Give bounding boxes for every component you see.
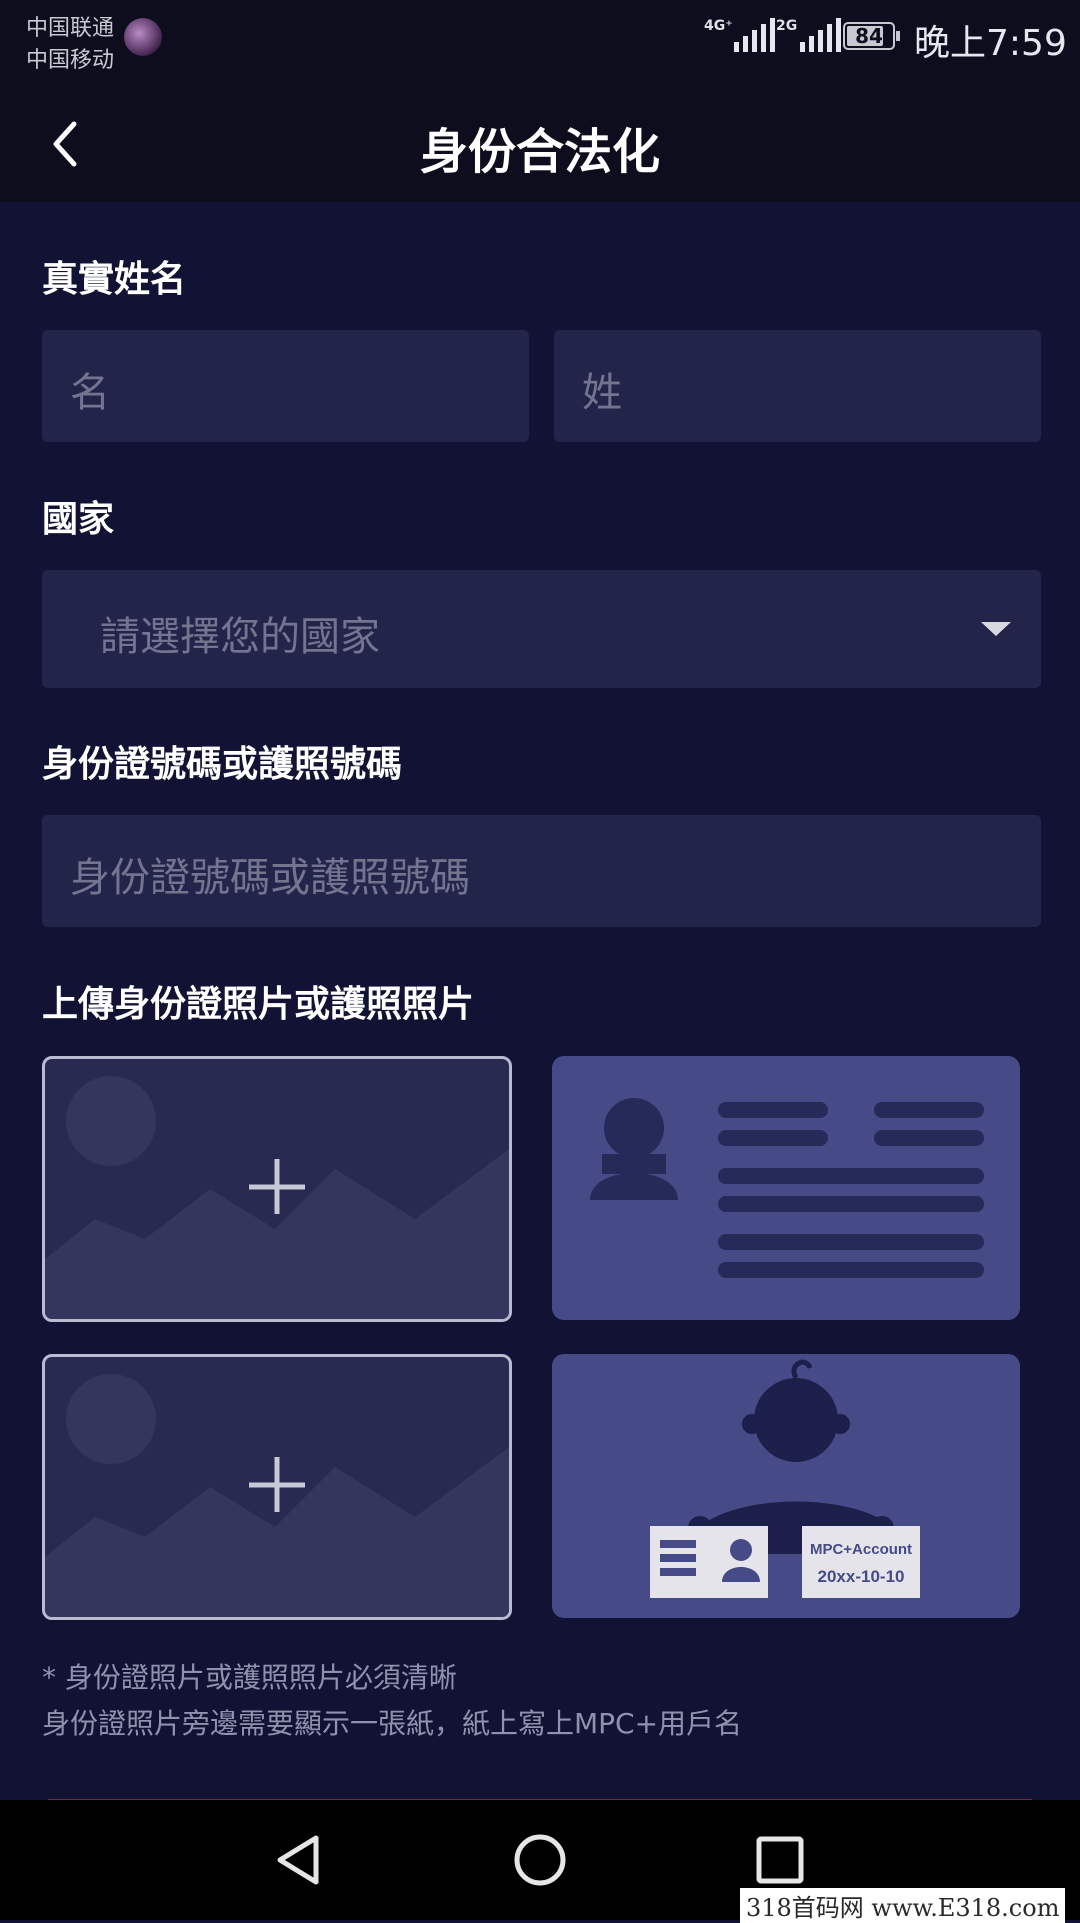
watermark: 318首码网 www.E318.com: [740, 1888, 1066, 1923]
circle-home-icon[interactable]: [512, 1832, 568, 1888]
carrier-2: 中国移动: [26, 48, 115, 73]
country-label: 國家: [42, 499, 115, 540]
sample-card-text-2: 20xx-10-10: [818, 1567, 905, 1586]
first-name-input[interactable]: 名: [42, 330, 529, 442]
app-header: 身份合法化: [0, 80, 1080, 202]
first-name-placeholder: 名: [70, 370, 110, 416]
real-name-label: 真實姓名: [42, 259, 187, 300]
signal-bars-1-icon: [734, 18, 775, 52]
id-number-placeholder: 身份證號碼或護照號碼: [70, 855, 470, 901]
note-paper: 身份證照片旁邊需要顯示一張紙，紙上寫上MPC+用戶名: [42, 1707, 743, 1740]
image-placeholder-icon: [45, 1374, 509, 1617]
status-bar: 中国联通 中国移动 4G⁺ 2G 84 晚上7:59: [0, 0, 1080, 80]
image-placeholder-icon: [45, 1076, 509, 1319]
country-select[interactable]: 請選擇您的國家: [42, 570, 1041, 688]
sample-selfie-image: MPC+Account 20xx-10-10: [552, 1354, 1020, 1618]
page-title: 身份合法化: [419, 124, 660, 180]
battery-icon: 84: [843, 22, 895, 50]
square-recents-icon[interactable]: [752, 1832, 808, 1888]
country-placeholder: 請選擇您的國家: [100, 614, 380, 660]
upload-label: 上傳身份證照片或護照照片: [42, 984, 475, 1025]
carrier-1: 中国联通: [26, 16, 115, 41]
sample-card-text-1: MPC+Account: [810, 1541, 912, 1558]
clock: 晚上7:59: [914, 23, 1067, 64]
last-name-input[interactable]: 姓: [554, 330, 1041, 442]
network-type-1: 4G⁺: [704, 18, 733, 34]
id-number-input[interactable]: 身份證號碼或護照號碼: [42, 815, 1041, 927]
network-type-2: 2G: [776, 18, 798, 34]
upload-photo-2-button[interactable]: [42, 1354, 512, 1620]
carrier-logo-icon: [124, 18, 162, 56]
dropdown-arrow-icon: [981, 622, 1011, 636]
sample-id-card-image: [552, 1056, 1020, 1320]
battery-level: 84: [855, 24, 883, 48]
id-number-label: 身份證號碼或護照號碼: [42, 744, 403, 785]
id-card-icon: [590, 1098, 984, 1278]
upload-photo-1-button[interactable]: [42, 1056, 512, 1322]
triangle-back-icon[interactable]: [272, 1832, 328, 1888]
battery-tip: [896, 31, 900, 41]
last-name-placeholder: 姓: [582, 370, 622, 416]
person-holding-card-icon: MPC+Account 20xx-10-10: [650, 1359, 920, 1598]
note-clarity: * 身份證照片或護照照片必須清晰: [42, 1661, 457, 1694]
signal-bars-2-icon: [800, 18, 841, 52]
